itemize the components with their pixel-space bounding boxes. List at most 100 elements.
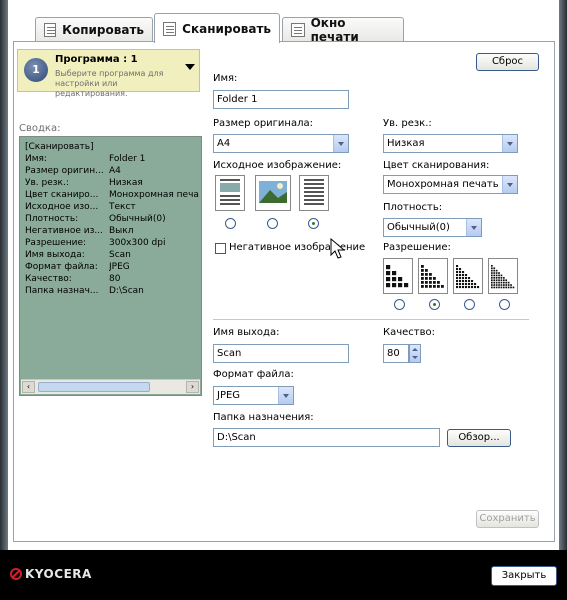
summary-value: Монохромная печат: [109, 190, 199, 200]
summary-key: Плотность:: [25, 214, 79, 224]
chevron-down-icon[interactable]: [466, 219, 481, 236]
file-format-select[interactable]: JPEG: [213, 386, 294, 405]
chevron-down-icon[interactable]: [502, 135, 517, 152]
summary-row: Исходное изо... Текст: [25, 201, 199, 213]
reset-button[interactable]: Сброс: [476, 53, 539, 71]
summary-header-text: [Сканировать]: [25, 142, 94, 152]
text-icon[interactable]: [299, 175, 329, 211]
source-radio-text-photo[interactable]: [225, 218, 236, 229]
tab-print-label: Окно печати: [310, 15, 359, 44]
sharpness-label: Ув. резк.:: [383, 118, 432, 129]
dropdown-arrow-icon[interactable]: [185, 64, 195, 70]
resolution-icon-4[interactable]: [488, 258, 518, 294]
chevron-down-icon[interactable]: [278, 387, 293, 404]
program-number-icon: 1: [24, 58, 48, 82]
summary-value: Текст: [109, 202, 136, 212]
file-format-label: Формат файла:: [213, 369, 294, 380]
save-button[interactable]: Сохранить: [476, 510, 539, 528]
resolution-radio-4[interactable]: [499, 299, 510, 310]
summary-value: Scan: [109, 250, 131, 260]
tab-scan[interactable]: Сканировать: [154, 13, 280, 43]
summary-row: Цвет сканиро... Монохромная печат: [25, 189, 199, 201]
density-select[interactable]: Обычный(0): [383, 218, 482, 237]
summary-row: Размер оригин... A4: [25, 165, 199, 177]
scroll-thumb[interactable]: [38, 382, 150, 392]
scroll-right-icon[interactable]: ›: [186, 381, 199, 393]
summary-value: Обычный(0): [109, 214, 166, 224]
summary-value: Folder 1: [109, 154, 146, 164]
output-name-input[interactable]: Scan: [213, 344, 349, 363]
summary-value: JPEG: [109, 262, 130, 272]
file-format-value: JPEG: [217, 390, 241, 401]
resolution-radio-3[interactable]: [464, 299, 475, 310]
sharpness-select[interactable]: Низкая: [383, 134, 518, 153]
quality-label: Качество:: [383, 327, 435, 338]
summary-value: D:\Scan: [109, 286, 144, 296]
chevron-down-icon[interactable]: [333, 135, 348, 152]
resolution-icon-3[interactable]: [453, 258, 483, 294]
section-divider: [213, 319, 529, 320]
summary-row: Качество: 80: [25, 273, 199, 285]
source-radio-photo[interactable]: [267, 218, 278, 229]
summary-key: Ув. резк.:: [25, 178, 69, 188]
summary-row: Ув. резк.: Низкая: [25, 177, 199, 189]
print-tab-icon: [291, 22, 305, 37]
scan-color-select[interactable]: Монохромная печать: [383, 175, 518, 194]
program-selector[interactable]: 1 Программа : 1 Выберите программа для н…: [17, 49, 200, 98]
density-label: Плотность:: [383, 202, 443, 213]
close-button[interactable]: Закрыть: [491, 566, 557, 586]
resolution-label: Разрешение:: [383, 242, 451, 253]
summary-row: Разрешение: 300x300 dpi: [25, 237, 199, 249]
summary-header: [Сканировать]: [25, 141, 199, 153]
chevron-down-icon[interactable]: [502, 176, 517, 193]
orig-size-value: A4: [217, 138, 231, 149]
tab-print-window[interactable]: Окно печати: [282, 15, 404, 44]
tab-copy[interactable]: Копировать: [35, 17, 153, 41]
resolution-radio-2[interactable]: [429, 299, 440, 310]
copy-tab-icon: [44, 22, 57, 37]
summary-row: Папка назнач... D:\Scan: [25, 285, 199, 297]
summary-value: Низкая: [109, 178, 143, 188]
summary-value: 80: [109, 274, 121, 284]
window-frame-left: [0, 0, 8, 550]
resolution-icon-1[interactable]: [383, 258, 413, 294]
orig-size-select[interactable]: A4: [213, 134, 349, 153]
tab-scan-label: Сканировать: [182, 21, 271, 36]
program-title: Программа : 1: [55, 54, 138, 65]
orig-size-label: Размер оригинала:: [213, 118, 313, 129]
resolution-radio-1[interactable]: [394, 299, 405, 310]
scan-color-value: Монохромная печать: [387, 179, 499, 190]
window-frame-right: [559, 0, 567, 550]
summary-key: Размер оригин...: [25, 166, 104, 176]
summary-key: Качество:: [25, 274, 72, 284]
output-name-label: Имя выхода:: [213, 327, 280, 338]
summary-row: Имя выхода: Scan: [25, 249, 199, 261]
summary-list[interactable]: [Сканировать] Имя: Folder 1 Размер оригин.…: [19, 136, 202, 396]
photo-icon[interactable]: [255, 175, 291, 211]
summary-row: Имя: Folder 1: [25, 153, 199, 165]
summary-key: Имя выхода:: [25, 250, 85, 260]
summary-key: Негативное из...: [25, 226, 103, 236]
quality-input[interactable]: 80: [383, 344, 409, 363]
scan-tab-icon: [163, 21, 177, 36]
quality-spinner-icon[interactable]: [409, 344, 421, 363]
scan-color-label: Цвет сканирования:: [383, 160, 490, 171]
mouse-cursor-icon: [330, 237, 346, 263]
kyocera-logo-mark-icon: [10, 568, 22, 580]
source-radio-text[interactable]: [308, 218, 319, 229]
name-input[interactable]: Folder 1: [213, 90, 349, 109]
text-photo-icon[interactable]: [215, 175, 245, 211]
program-description: Выберите программа для настройки или ред…: [55, 69, 164, 98]
summary-hscrollbar[interactable]: ‹ ›: [21, 379, 200, 394]
browse-button[interactable]: Обзор...: [447, 429, 511, 447]
footer-bar: KYOCERA: [0, 550, 567, 600]
negative-image-checkbox[interactable]: [215, 243, 226, 254]
summary-value: Выкл: [109, 226, 134, 236]
tab-copy-label: Копировать: [62, 22, 144, 37]
brand-name: KYOCERA: [25, 567, 92, 581]
scroll-left-icon[interactable]: ‹: [22, 381, 35, 393]
resolution-icon-2[interactable]: [418, 258, 448, 294]
dest-folder-input[interactable]: D:\Scan: [213, 428, 440, 447]
summary-row: Негативное из... Выкл: [25, 225, 199, 237]
summary-content: [Сканировать] Имя: Folder 1 Размер оригин.…: [25, 141, 199, 297]
